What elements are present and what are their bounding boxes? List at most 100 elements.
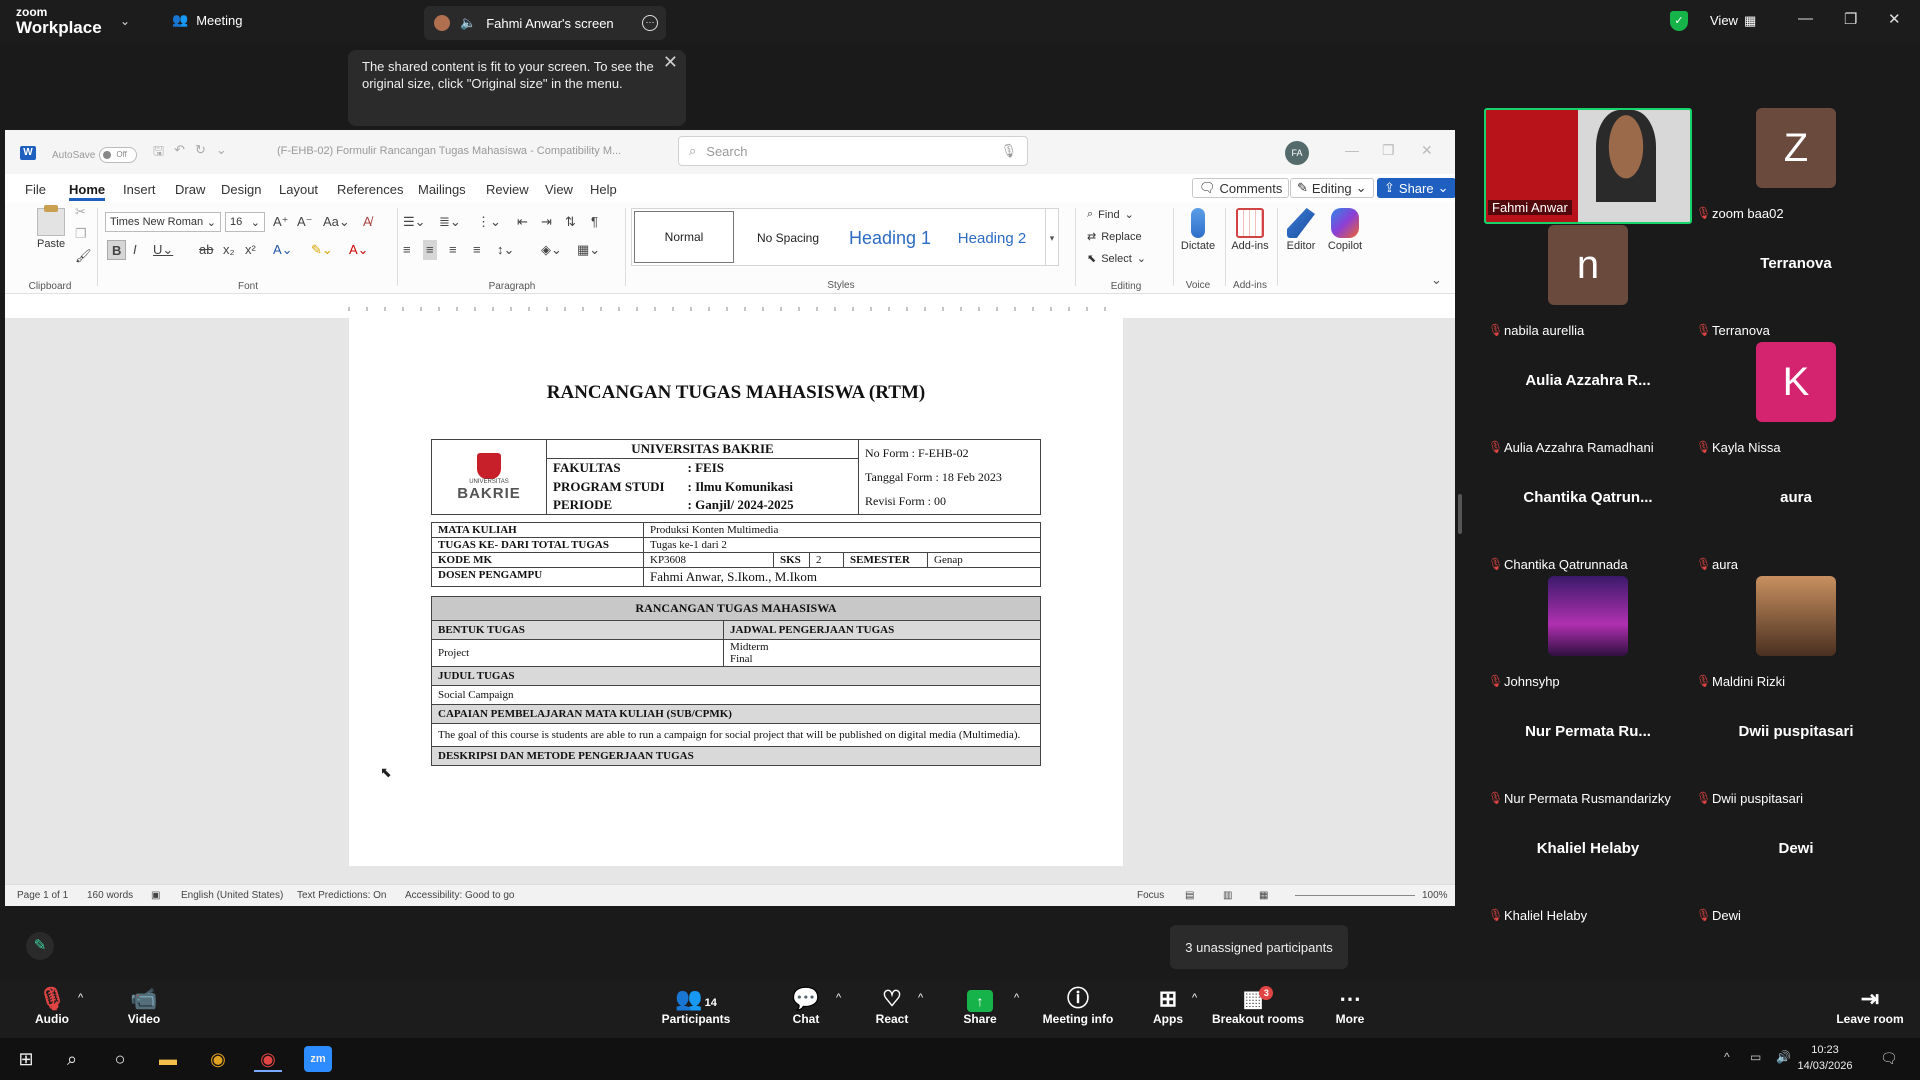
tab-insert[interactable]: Insert xyxy=(123,182,156,197)
participant-tile[interactable]: Terranova 🎙 Terranova xyxy=(1692,223,1900,341)
align-right-icon[interactable]: ≡ xyxy=(449,240,457,260)
close-icon[interactable]: ✕ xyxy=(663,53,678,71)
change-case-icon[interactable]: Aa⌄ xyxy=(323,212,350,232)
clock-date[interactable]: 14/03/2026 xyxy=(1790,1060,1860,1072)
close-icon[interactable]: ✕ xyxy=(1421,142,1433,159)
restore-icon[interactable]: ❐ xyxy=(1844,10,1857,28)
tab-draw[interactable]: Draw xyxy=(175,182,205,197)
clear-formatting-icon[interactable]: A̸ xyxy=(363,212,372,232)
sort-icon[interactable]: ⇅ xyxy=(565,212,576,232)
status-focus[interactable]: Focus xyxy=(1137,890,1164,901)
share-button[interactable]: ⇪ Share ⌄ xyxy=(1377,178,1455,198)
tab-review[interactable]: Review xyxy=(486,182,529,197)
status-page[interactable]: Page 1 of 1 xyxy=(17,890,68,901)
zoom-app-icon[interactable]: zm xyxy=(304,1046,332,1072)
numbering-icon[interactable]: ≣⌄ xyxy=(439,212,461,232)
status-predictions[interactable]: Text Predictions: On xyxy=(297,890,386,901)
participant-tile[interactable]: Chantika Qatrun... 🎙 Chantika Qatrunnada xyxy=(1484,457,1692,575)
participant-tile[interactable]: Khaliel Helaby 🎙 Khaliel Helaby xyxy=(1484,808,1692,926)
participant-tile[interactable]: aura 🎙 aura xyxy=(1692,457,1900,575)
comments-button[interactable]: 🗨 Comments xyxy=(1192,178,1290,198)
document-page[interactable]: RANCANGAN TUGAS MAHASISWA (RTM) UNIVERSI… xyxy=(349,318,1123,866)
windows-start-icon[interactable]: ⊞ xyxy=(12,1046,40,1072)
view-button[interactable]: View ▦ xyxy=(1710,13,1756,29)
web-layout-icon[interactable]: ▦ xyxy=(1259,890,1268,901)
react-button[interactable]: ♡ React xyxy=(842,986,942,1026)
italic-icon[interactable]: I xyxy=(133,240,137,260)
font-color-icon[interactable]: A⌄ xyxy=(349,240,369,260)
save-icon[interactable]: 🖫 xyxy=(153,142,164,164)
close-icon[interactable]: ✕ xyxy=(1888,10,1901,28)
tab-view[interactable]: View xyxy=(545,182,573,197)
highlight-icon[interactable]: ✎⌄ xyxy=(311,240,333,260)
status-words[interactable]: 160 words xyxy=(87,890,133,901)
editing-button[interactable]: ✎ Editing ⌄ xyxy=(1290,178,1374,198)
style-heading-1[interactable]: Heading 1 xyxy=(838,209,942,267)
participant-tile[interactable]: Nur Permata Ru... 🎙 Nur Permata Rusmandari… xyxy=(1484,691,1692,809)
chevron-down-icon[interactable]: ⌄ xyxy=(120,14,130,28)
copilot-button[interactable]: Copilot xyxy=(1323,208,1367,252)
meeting-tab[interactable]: 👥 Meeting xyxy=(172,12,242,28)
minimize-icon[interactable]: — xyxy=(1798,10,1813,27)
underline-icon[interactable]: U⌄ xyxy=(153,240,173,260)
chat-options-icon[interactable]: ^ xyxy=(836,992,841,1004)
text-effects-icon[interactable]: A⌄ xyxy=(273,240,293,260)
borders-icon[interactable]: ▦⌄ xyxy=(577,240,600,260)
notification-icon[interactable]: 🗨 xyxy=(1880,1050,1898,1067)
grow-font-icon[interactable]: A⁺ xyxy=(273,212,289,232)
user-avatar[interactable]: FA xyxy=(1285,141,1309,165)
increase-indent-icon[interactable]: ⇥ xyxy=(541,212,552,232)
customize-icon[interactable]: ⌄ xyxy=(216,142,227,164)
tab-references[interactable]: References xyxy=(337,182,403,197)
tab-design[interactable]: Design xyxy=(221,182,261,197)
shading-icon[interactable]: ◈⌄ xyxy=(541,240,562,260)
participant-tile[interactable]: Dwii puspitasari 🎙 Dwii puspitasari xyxy=(1692,691,1900,809)
proofing-icon[interactable]: ▣ xyxy=(151,890,160,901)
breakout-rooms-button[interactable]: ▦3 Breakout rooms xyxy=(1208,986,1308,1026)
participant-tile[interactable]: Fahmi Anwar xyxy=(1484,106,1692,224)
video-button[interactable]: 📹 Video xyxy=(94,986,194,1026)
file-explorer-icon[interactable]: ▬ xyxy=(154,1046,182,1072)
share-options-icon[interactable]: ^ xyxy=(1014,992,1019,1004)
justify-icon[interactable]: ≡ xyxy=(473,240,481,260)
participant-tile[interactable]: Z 🎙 zoom baa02 xyxy=(1692,106,1900,224)
more-button[interactable]: ⋯ More xyxy=(1300,986,1400,1026)
line-spacing-icon[interactable]: ↕⌄ xyxy=(497,240,514,260)
status-accessibility[interactable]: Accessibility: Good to go xyxy=(405,890,515,901)
style-normal[interactable]: Normal xyxy=(634,211,734,263)
document-title[interactable]: (F-EHB-02) Formulir Rancangan Tugas Maha… xyxy=(277,145,621,157)
unassigned-participants-toast[interactable]: 3 unassigned participants xyxy=(1170,925,1348,969)
bullets-icon[interactable]: ☰⌄ xyxy=(403,212,426,232)
align-left-icon[interactable]: ≡ xyxy=(403,240,411,260)
search-box[interactable]: ⌕ Search 🎙 xyxy=(678,136,1028,166)
find-button[interactable]: ⌕ Find ⌄ xyxy=(1087,208,1134,221)
style-no-spacing[interactable]: No Spacing xyxy=(738,209,838,267)
participant-tile[interactable]: 🎙 Johnsyhp xyxy=(1484,574,1692,692)
decrease-indent-icon[interactable]: ⇤ xyxy=(517,212,528,232)
shrink-font-icon[interactable]: A⁻ xyxy=(297,212,313,232)
pilcrow-icon[interactable]: ¶ xyxy=(591,212,598,232)
dictate-button[interactable]: Dictate xyxy=(1175,208,1221,252)
mic-icon[interactable]: 🎙 xyxy=(1000,143,1017,159)
editor-button[interactable]: Editor xyxy=(1281,208,1321,252)
meeting-info-button[interactable]: ⓘ Meeting info xyxy=(1028,986,1128,1026)
paste-button[interactable]: Paste xyxy=(37,205,65,250)
participant-tile[interactable]: Aulia Azzahra R... 🎙 Aulia Azzahra Ramadha… xyxy=(1484,340,1692,458)
cortana-icon[interactable]: ○ xyxy=(106,1046,134,1072)
redo-icon[interactable]: ↻ xyxy=(195,142,206,164)
styles-more-icon[interactable]: ▾ xyxy=(1045,208,1059,266)
minimize-icon[interactable]: — xyxy=(1345,142,1359,158)
tab-help[interactable]: Help xyxy=(590,182,617,197)
tab-home[interactable]: Home xyxy=(69,182,106,201)
restore-icon[interactable]: ❐ xyxy=(1382,142,1395,159)
search-icon[interactable]: ⌕ xyxy=(58,1046,86,1072)
apps-button[interactable]: ⊞ Apps xyxy=(1118,986,1218,1026)
format-painter-icon[interactable]: 🖌 xyxy=(75,246,92,266)
addins-button[interactable]: Add-ins xyxy=(1227,208,1273,252)
clock-time[interactable]: 10:23 xyxy=(1790,1044,1860,1056)
tab-layout[interactable]: Layout xyxy=(279,182,318,197)
react-options-icon[interactable]: ^ xyxy=(918,992,923,1004)
bold-icon[interactable]: B xyxy=(107,240,127,260)
audio-options-icon[interactable]: ^ xyxy=(78,992,83,1004)
participant-tile[interactable]: Dewi 🎙 Dewi xyxy=(1692,808,1900,926)
